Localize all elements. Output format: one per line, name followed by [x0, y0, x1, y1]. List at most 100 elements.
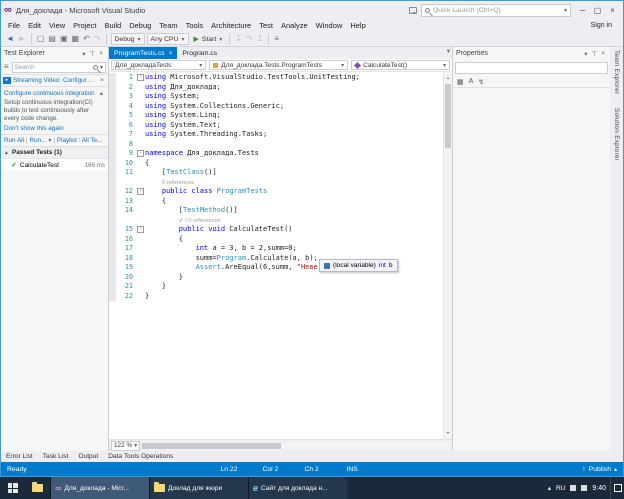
member-dropdown[interactable]: CalculateTest() ▾ [351, 60, 450, 70]
start-button[interactable] [0, 477, 25, 499]
publish-button[interactable]: ↑ Publish ▴ [582, 466, 617, 473]
zoom-value: 122 % [114, 442, 132, 449]
start-debug-button[interactable]: ▶ Start ▾ [191, 33, 226, 45]
scrollbar-thumb[interactable] [445, 84, 451, 148]
network-icon[interactable] [570, 485, 576, 491]
window-position-icon[interactable]: ▾ [80, 50, 87, 58]
window-position-icon[interactable]: ▾ [582, 50, 589, 58]
document-list-chevron-icon[interactable]: ▾ [445, 47, 452, 59]
menu-item-edit[interactable]: Edit [24, 21, 45, 30]
type-dropdown[interactable]: Для_доклада.Tests.ProgramTests ▾ [209, 60, 348, 70]
chevron-down-icon[interactable]: ▾ [48, 137, 51, 144]
chevron-down-icon[interactable]: ▾ [100, 64, 103, 71]
taskbar-button-label: Доклад для жюри [168, 485, 244, 492]
tray-chevron-icon[interactable]: ▴ [548, 484, 551, 492]
chevron-down-icon: ▾ [199, 62, 202, 69]
open-file-icon[interactable]: ▤ [47, 34, 57, 44]
vertical-scrollbar[interactable] [443, 72, 452, 439]
quick-launch-box[interactable]: Quick Launch (Ctrl+Q) ▾ [421, 4, 571, 17]
menu-item-debug[interactable]: Debug [125, 21, 155, 30]
solution-platform-dropdown[interactable]: Any CPU ▾ [147, 33, 189, 45]
language-indicator[interactable]: RU [556, 485, 565, 492]
taskbar-browser-button[interactable]: e Сайт для доклада н... [248, 477, 347, 499]
find-in-files-icon[interactable]: ≡ [273, 34, 280, 44]
minimize-button[interactable]: ─ [575, 4, 590, 17]
alphabetical-icon[interactable]: A [469, 78, 474, 85]
volume-icon[interactable] [581, 485, 587, 491]
project-dropdown[interactable]: Для_докладаTests ▾ [111, 60, 206, 70]
new-file-icon[interactable]: ▢ [36, 34, 46, 44]
save-all-icon[interactable]: ▦ [71, 34, 81, 44]
solution-configuration-dropdown[interactable]: Debug ▾ [111, 33, 145, 45]
streaming-video-link[interactable]: Streaming Video: Configure co... [13, 77, 96, 84]
configure-ci-link[interactable]: Configure continuous integration [4, 90, 95, 97]
run-menu-link[interactable]: Run... [30, 137, 47, 144]
menu-item-architecture[interactable]: Architecture [207, 21, 255, 30]
code-lines[interactable]: 1-using Microsoft.VisualStudio.TestTools… [109, 72, 443, 439]
step-into-icon[interactable]: ↧ [234, 34, 243, 44]
redo-icon[interactable]: ↷ [93, 34, 102, 44]
menu-item-file[interactable]: File [4, 21, 24, 30]
undo-icon[interactable]: ↶ [82, 34, 91, 44]
collapse-icon[interactable]: ▴ [98, 89, 105, 97]
test-search-box[interactable]: Search ▾ [12, 62, 106, 73]
tab-error-list[interactable]: Error List [6, 453, 33, 460]
clock[interactable]: 9:40 [592, 485, 606, 492]
dismiss-link[interactable]: Don't show this again [4, 125, 64, 132]
taskbar-visual-studio-button[interactable]: ∞ Для_доклада - Micr... [50, 477, 149, 499]
tab-program-cs[interactable]: Program.cs [177, 47, 222, 59]
sign-in-link[interactable]: Sign in [591, 22, 620, 29]
menu-item-analyze[interactable]: Analyze [277, 21, 312, 30]
menu-item-test[interactable]: Test [255, 21, 277, 30]
taskbar-folder-button[interactable]: Доклад для жюри [149, 477, 248, 499]
playlist-link[interactable]: Playlist : All Te... [57, 137, 102, 144]
code-line: 8 [109, 140, 443, 150]
step-out-icon[interactable]: ↥ [256, 34, 265, 44]
chevron-down-icon[interactable]: ▾ [564, 7, 567, 14]
zoom-dropdown[interactable]: 122 % ▾ [111, 441, 140, 451]
pin-icon[interactable]: ⊤ [590, 50, 600, 58]
code-line: 21 } [109, 282, 443, 292]
tab-solution-explorer[interactable]: Solution Explorer [613, 108, 620, 166]
taskbar-button-label: Сайт для доклада н... [261, 485, 343, 492]
tab-output[interactable]: Output [78, 453, 98, 460]
categorized-icon[interactable]: ▦ [457, 78, 464, 86]
menu-item-help[interactable]: Help [346, 21, 369, 30]
menu-item-build[interactable]: Build [101, 21, 126, 30]
test-result-row[interactable]: ✓ CalculateTest 166 ms [1, 159, 108, 171]
test-explorer-toolbar: ≡ Search ▾ [1, 60, 108, 74]
close-icon[interactable]: × [97, 50, 105, 57]
group-by-icon[interactable]: ≡ [3, 62, 10, 72]
file-explorer-button[interactable] [25, 477, 50, 499]
tab-programtests-cs[interactable]: ProgramTests.cs × [109, 47, 177, 59]
tab-data-tools-operations[interactable]: Data Tools Operations [108, 453, 173, 460]
banner-close-icon[interactable]: × [98, 77, 106, 84]
object-name-dropdown[interactable] [455, 62, 608, 74]
navigate-back-icon[interactable]: ◄ [5, 34, 15, 44]
pin-icon[interactable]: ⊤ [88, 50, 98, 58]
step-over-icon[interactable]: ↷ [245, 34, 254, 44]
code-editor[interactable]: 1-using Microsoft.VisualStudio.TestTools… [109, 72, 452, 439]
tab-team-explorer[interactable]: Team Explorer [613, 50, 620, 100]
menu-item-window[interactable]: Window [312, 21, 347, 30]
menu-item-view[interactable]: View [45, 21, 69, 30]
events-icon[interactable]: ↯ [478, 78, 484, 86]
action-center-button[interactable] [610, 477, 624, 499]
feedback-icon[interactable] [409, 7, 417, 14]
close-icon[interactable]: × [599, 50, 607, 57]
run-all-link[interactable]: Run All [4, 137, 24, 144]
taskbar-button-label: Для_доклада - Micr... [64, 485, 145, 492]
navigate-forward-icon[interactable]: ► [17, 34, 27, 44]
save-icon[interactable]: ▣ [59, 34, 69, 44]
close-icon[interactable]: × [169, 50, 173, 57]
menu-item-team[interactable]: Team [155, 21, 181, 30]
menu-item-project[interactable]: Project [69, 21, 100, 30]
menu-item-tools[interactable]: Tools [182, 21, 208, 30]
tab-task-list[interactable]: Task List [43, 453, 69, 460]
close-button[interactable]: × [605, 4, 620, 17]
scrollbar-thumb[interactable] [142, 443, 281, 449]
maximize-button[interactable]: ▢ [590, 4, 605, 17]
horizontal-scrollbar[interactable] [142, 442, 450, 450]
passed-tests-group[interactable]: ▲ Passed Tests (1) [1, 147, 108, 159]
separator: | [53, 138, 55, 144]
